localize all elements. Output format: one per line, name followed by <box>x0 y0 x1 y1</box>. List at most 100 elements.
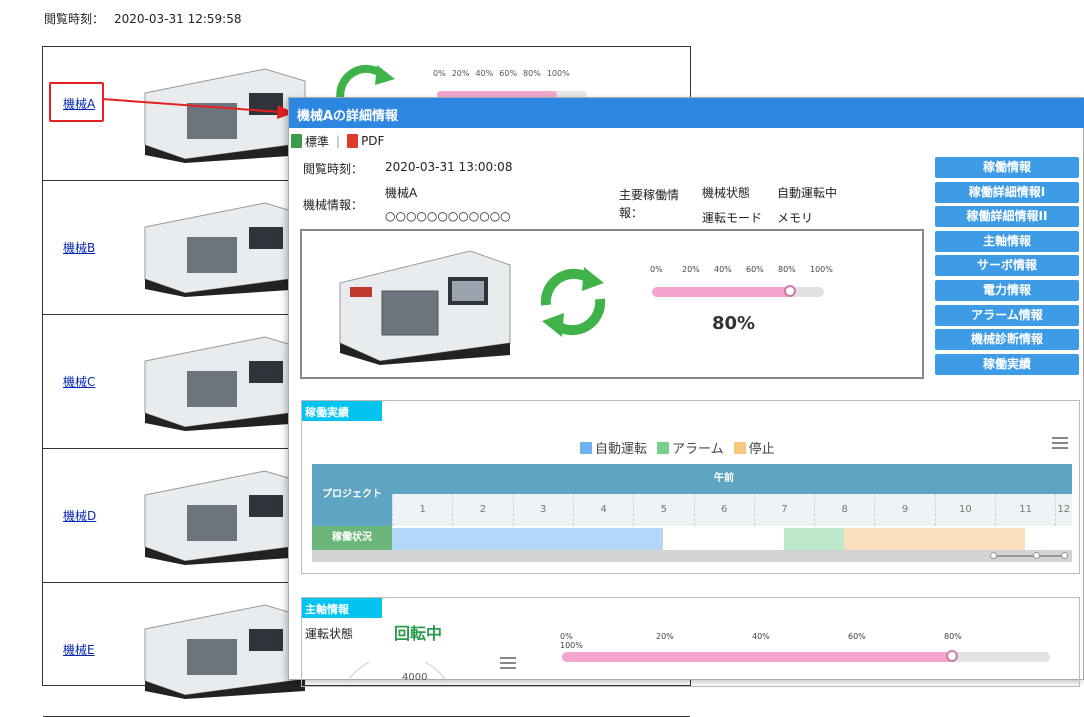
machine-image <box>339 250 511 365</box>
pdf-icon[interactable] <box>347 134 359 148</box>
spreadsheet-icon[interactable] <box>291 134 302 148</box>
scroll-handle-mid[interactable] <box>1033 552 1040 559</box>
side-menu-button[interactable]: 稼働実績 <box>935 353 1079 375</box>
legend-item[interactable]: アラーム <box>657 438 724 457</box>
scale-tick: 0% <box>433 69 446 78</box>
section-tag: 主軸情報 <box>302 598 382 618</box>
load-fill <box>562 652 953 662</box>
side-menu-button[interactable]: 機械診断情報 <box>935 329 1079 351</box>
status-segment[interactable] <box>844 528 1026 550</box>
machine-thumbnail <box>144 604 306 699</box>
progress-knob <box>783 285 796 297</box>
legend-item[interactable]: 停止 <box>733 438 775 457</box>
machine-thumbnail <box>144 470 306 565</box>
hour-tick: 1 <box>392 494 452 526</box>
side-menu-button[interactable]: 主軸情報 <box>935 230 1079 252</box>
mini-scale: 0% 20% 40% 60% 80% 100% <box>433 69 576 78</box>
scale-tick: 20% <box>451 69 470 78</box>
highlight-box <box>49 82 104 122</box>
scale-tick: 80% <box>778 265 796 274</box>
status-row <box>392 526 1072 550</box>
side-menu: 稼働情報稼働詳細情報I 稼働詳細情報II 主軸情報サーボ情報 電力情報アラーム情報 機械… <box>935 157 1079 378</box>
machine-state-label: 機械状態 <box>702 186 751 200</box>
status-segment[interactable] <box>392 528 664 550</box>
machine-link[interactable]: 機械E <box>63 641 95 658</box>
pointer-arrow <box>101 98 294 119</box>
machine-link[interactable]: 機械D <box>63 507 96 524</box>
view-time-label: 閲覧時刻： <box>44 12 105 26</box>
hour-tick: 5 <box>633 494 693 526</box>
dialog-title: 機械Aの詳細情報 <box>289 98 1084 128</box>
machine-state-value: 自動運転中 <box>777 186 838 200</box>
main-operation-label: 主要稼働情報： <box>619 188 680 220</box>
progress-scale: 0% 20% 40% 60% 80% 100% <box>650 265 842 274</box>
project-header: プロジェクト <box>312 464 392 526</box>
scroll-handle-end[interactable] <box>1061 552 1068 559</box>
gantt-scrollbar[interactable] <box>312 550 1072 562</box>
scale-tick: 0% <box>650 265 663 274</box>
progress-bar <box>652 285 824 297</box>
scale-tick: 40% <box>714 265 732 274</box>
load-scale: 0% 20% 40% 60% 80% 100% <box>560 632 1079 650</box>
toolbar: 標準 | PDF <box>291 132 384 150</box>
side-menu-button[interactable]: アラーム情報 <box>935 304 1079 326</box>
menu-icon[interactable] <box>500 657 516 669</box>
machine-code: ○○○○○○○○○○○○ <box>385 209 511 223</box>
hour-tick: 7 <box>753 494 814 526</box>
scale-tick: 40% <box>475 69 494 78</box>
view-time-value: 2020-03-31 13:00:08 <box>385 160 513 174</box>
menu-icon[interactable] <box>1052 437 1068 449</box>
spindle-state-label: 運転状態 <box>305 627 354 641</box>
pdf-button[interactable]: PDF <box>361 134 384 148</box>
standard-button[interactable]: 標準 <box>305 133 329 150</box>
hour-tick: 3 <box>512 494 573 526</box>
side-menu-button[interactable]: 稼働情報 <box>935 157 1079 178</box>
operation-record-section: 稼働実績 自動運転 アラーム 停止 プロジェクト 午前 1 2 3 4 5 6 7 8 9 10 11 1… <box>301 400 1080 574</box>
hour-tick: 11 <box>995 494 1055 526</box>
scale-tick: 20% <box>656 632 674 641</box>
status-panel: 0% 20% 40% 60% 80% 100% 80% <box>300 229 924 379</box>
legend-swatch <box>657 441 670 454</box>
machine-info-label: 機械情報： <box>303 198 364 212</box>
machine-link[interactable]: 機械C <box>63 373 95 390</box>
side-menu-button[interactable]: 稼働詳細情報II <box>935 206 1079 228</box>
legend-label: 自動運転 <box>595 442 648 457</box>
scale-tick: 100% <box>546 69 570 78</box>
scale-tick: 60% <box>848 632 866 641</box>
view-time: 閲覧時刻： 2020-03-31 12:59:58 <box>44 10 251 27</box>
hour-header: 1 2 3 4 5 6 7 8 9 10 11 12 <box>392 494 1072 526</box>
scale-tick: 100% <box>810 265 833 274</box>
scale-tick: 20% <box>682 265 700 274</box>
scale-tick: 100% <box>560 641 583 650</box>
side-menu-button[interactable]: 稼働詳細情報I <box>935 181 1079 203</box>
legend: 自動運転 アラーム 停止 <box>580 438 775 457</box>
scale-tick: 40% <box>752 632 770 641</box>
legend-label: 停止 <box>748 442 775 457</box>
legend-swatch <box>580 441 592 454</box>
scale-tick: 60% <box>746 265 764 274</box>
scroll-handle-start[interactable] <box>990 552 997 559</box>
hour-tick: 12 <box>1055 494 1071 526</box>
side-menu-button[interactable]: サーボ情報 <box>935 255 1079 277</box>
side-menu-button[interactable]: 電力情報 <box>935 279 1079 301</box>
scale-tick: 80% <box>523 69 541 78</box>
gauge-value: 4000 <box>402 672 428 683</box>
progress-percent: 80% <box>712 313 756 334</box>
refresh-icon <box>540 267 606 337</box>
scroll-track <box>994 555 1064 557</box>
hour-tick: 10 <box>934 494 995 526</box>
hour-tick: 4 <box>572 494 633 526</box>
status-segment[interactable] <box>783 528 845 550</box>
legend-item[interactable]: 自動運転 <box>580 438 647 457</box>
machine-name: 機械A <box>385 186 418 200</box>
hour-tick: 2 <box>452 494 512 526</box>
scale-tick: 80% <box>944 632 962 641</box>
machine-thumbnail <box>144 336 306 431</box>
machine-link[interactable]: 機械B <box>63 239 95 256</box>
progress-fill <box>652 287 790 297</box>
legend-swatch <box>733 441 746 454</box>
speed-gauge <box>346 662 448 682</box>
hour-tick: 8 <box>814 494 874 526</box>
spindle-state-value: 回転中 <box>394 624 443 643</box>
section-tag: 稼働実績 <box>302 401 382 421</box>
